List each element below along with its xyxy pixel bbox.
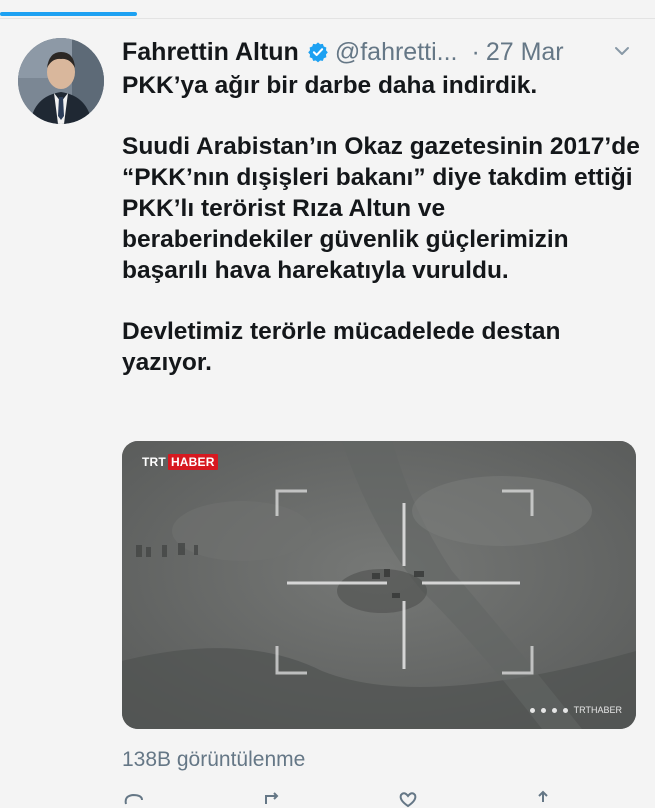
retweet-icon[interactable]: [262, 790, 284, 808]
channel-logo: TRT HABER: [142, 453, 218, 471]
tweet-text: PKK’ya ağır bir darbe daha indirdik. Suu…: [122, 70, 642, 378]
active-tab-indicator: [0, 12, 137, 16]
brand-haber-text: HABER: [167, 454, 218, 470]
chevron-down-icon[interactable]: [613, 42, 631, 60]
verified-badge-icon: [308, 42, 328, 63]
tweet-paragraph: Suudi Arabistan’ın Okaz gazetesinin 2017…: [122, 133, 640, 284]
twitter-icon: [540, 707, 546, 713]
tweet-paragraph: PKK’ya ağır bir darbe daha indirdik.: [122, 72, 538, 99]
avatar-image: [18, 38, 104, 124]
aerial-footage-image: [122, 441, 636, 729]
tweet-date[interactable]: 27 Mar: [486, 38, 564, 67]
separator-dot: ·: [471, 37, 480, 66]
top-tab-bar: [0, 0, 655, 19]
instagram-icon: [551, 707, 557, 713]
view-count: 138B görüntülenme: [122, 748, 306, 771]
credit-text: TRTHABER: [573, 705, 622, 715]
share-icon[interactable]: [532, 790, 554, 808]
tweet-media-video[interactable]: TRT HABER TRTHABER: [122, 441, 636, 729]
tweet-paragraph: Devletimiz terörle mücadelede destan yaz…: [122, 318, 561, 376]
brand-trt-text: TRT: [142, 455, 166, 469]
youtube-icon: [562, 707, 568, 713]
avatar[interactable]: [18, 38, 104, 124]
reply-icon[interactable]: [122, 790, 144, 808]
tweet-header: Fahrettin Altun @fahretti... · 27 Mar: [122, 34, 631, 70]
facebook-icon: [529, 707, 535, 713]
channel-credit: TRTHABER: [529, 705, 622, 715]
author-name[interactable]: Fahrettin Altun: [122, 38, 299, 67]
like-icon[interactable]: [397, 790, 419, 808]
author-handle[interactable]: @fahretti...: [335, 38, 458, 67]
